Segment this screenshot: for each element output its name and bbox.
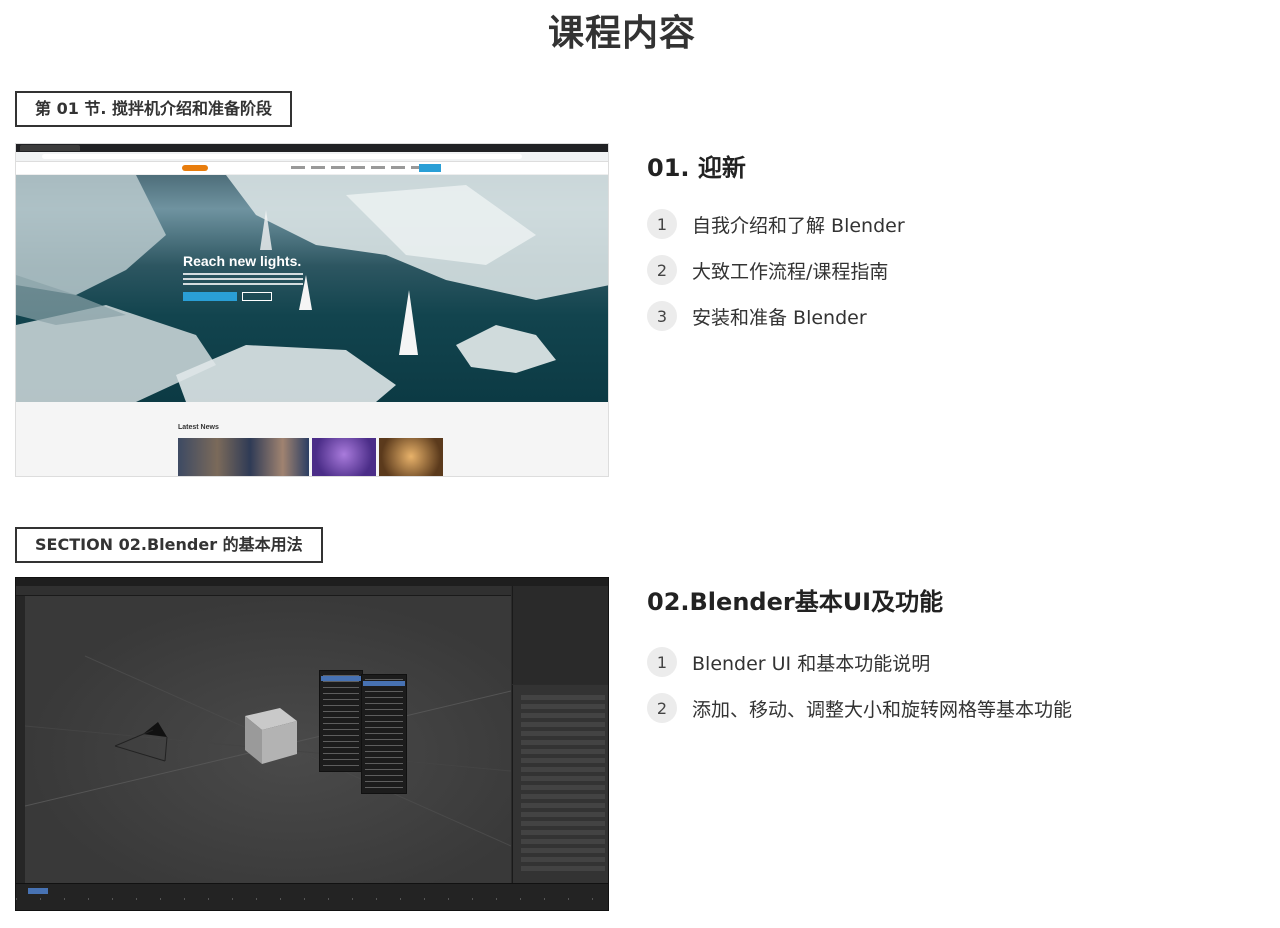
- list-item: 3 安装和准备 Blender: [647, 301, 1247, 331]
- page-title: 课程内容: [547, 13, 696, 54]
- lesson-title: 01. 迎新: [647, 154, 746, 182]
- blender-website-screenshot: Reach new lights. Latest News: [15, 143, 609, 477]
- section-tag: SECTION 02.Blender 的基本用法: [15, 527, 323, 563]
- item-text: 自我介绍和了解 Blender: [692, 214, 905, 237]
- outliner-panel: [512, 586, 608, 684]
- item-text: 大致工作流程/课程指南: [692, 260, 889, 283]
- item-number: 2: [647, 255, 677, 285]
- browser-address-bar: [16, 152, 608, 162]
- item-number: 1: [647, 647, 677, 677]
- section-tag: 第 01 节. 搅拌机介绍和准备阶段: [15, 91, 293, 127]
- list-item: 1 自我介绍和了解 Blender: [647, 209, 1247, 239]
- item-number: 2: [647, 693, 677, 723]
- list-item: 2 添加、移动、调整大小和旋转网格等基本功能: [647, 693, 1247, 723]
- add-menu: [319, 670, 363, 772]
- blender-topbar: [16, 578, 608, 586]
- website-nav: [16, 162, 608, 175]
- news-label: Latest News: [178, 424, 219, 431]
- item-text: Blender UI 和基本功能说明: [692, 652, 931, 675]
- item-number: 3: [647, 301, 677, 331]
- item-number: 1: [647, 209, 677, 239]
- blender-logo: [182, 165, 208, 171]
- item-text: 安装和准备 Blender: [692, 306, 867, 329]
- list-item: 2 大致工作流程/课程指南: [647, 255, 1247, 285]
- lesson-info: 01. 迎新 1 自我介绍和了解 Blender 2 大致工作流程/课程指南 3…: [647, 148, 1247, 347]
- browser-tab-bar: [16, 144, 608, 152]
- hero-image: Reach new lights.: [16, 175, 608, 402]
- lesson-title: 02.Blender基本UI及功能: [647, 588, 944, 616]
- viewport-header: [16, 586, 511, 596]
- 3d-viewport: [25, 596, 511, 883]
- properties-panel: [512, 685, 608, 885]
- hero-heading: Reach new lights.: [183, 253, 302, 269]
- lesson-info: 02.Blender基本UI及功能 1 Blender UI 和基本功能说明 2…: [647, 582, 1247, 739]
- item-text: 添加、移动、调整大小和旋转网格等基本功能: [692, 698, 1073, 721]
- blender-ui-screenshot: [15, 577, 609, 911]
- add-submenu: [361, 674, 407, 794]
- timeline: [16, 883, 608, 910]
- tool-shelf: [16, 596, 25, 886]
- news-area: Latest News: [16, 402, 608, 476]
- list-item: 1 Blender UI 和基本功能说明: [647, 647, 1247, 677]
